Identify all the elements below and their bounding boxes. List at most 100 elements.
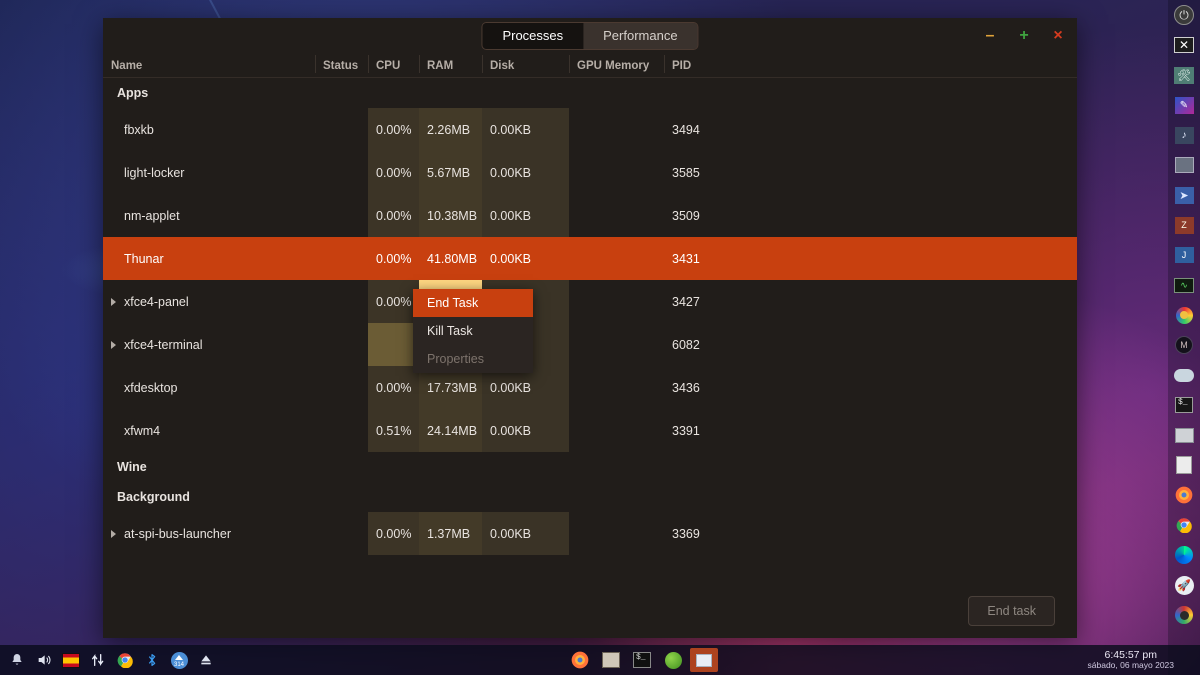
browser-icon[interactable]: [1173, 304, 1195, 326]
edge-icon[interactable]: [1173, 544, 1195, 566]
page-icon[interactable]: [1173, 454, 1195, 476]
file-manager-icon[interactable]: [690, 648, 718, 672]
taskbar: 314 $_ 6:45:57 pm sábado, 06 mayo 2023: [0, 645, 1200, 675]
xterm-icon[interactable]: ✕: [1173, 34, 1195, 56]
table-row[interactable]: light-locker 0.00% 5.67MB 0.00KB 3585: [103, 151, 1077, 194]
column-header-cpu[interactable]: CPU: [368, 54, 419, 73]
taskbar-app-list: $_: [566, 648, 718, 672]
chevron-right-icon[interactable]: [111, 340, 116, 349]
cell-cpu: 0.00%: [376, 122, 412, 137]
process-table: Apps fbxkb 0.00% 2.26MB 0.00KB 3494 light-lock…: [103, 78, 1077, 584]
cell-pid: 3509: [672, 208, 700, 223]
power-icon[interactable]: ⏻: [1173, 4, 1195, 26]
table-row[interactable]: Thunar 0.00% 41.80MB 0.00KB 3431: [103, 237, 1077, 280]
dark-app-icon[interactable]: M: [1173, 334, 1195, 356]
maximize-button[interactable]: +: [1017, 27, 1031, 44]
group-row[interactable]: Background: [103, 482, 1077, 512]
task-manager-window: Processes Performance – + × Name Status CP…: [103, 18, 1077, 638]
process-name-label: at-spi-bus-launcher: [124, 526, 231, 541]
badge-icon[interactable]: [1173, 604, 1195, 626]
firefox-icon[interactable]: [1173, 484, 1195, 506]
taskbar-clock[interactable]: 6:45:57 pm sábado, 06 mayo 2023: [1088, 650, 1174, 670]
table-header: Name Status CPU RAM Disk GPU Memory PID: [103, 54, 1077, 78]
terminal-icon[interactable]: $_: [628, 648, 656, 672]
media-icon[interactable]: ♪: [1173, 124, 1195, 146]
cloud-icon[interactable]: [1173, 364, 1195, 386]
table-row[interactable]: xfwm4 0.51% 24.14MB 0.00KB 3391: [103, 409, 1077, 452]
chevron-right-icon[interactable]: [111, 297, 116, 306]
group-label: Wine: [117, 460, 147, 474]
cell-disk: 0.00KB: [490, 208, 532, 223]
table-row[interactable]: xfce4-panel0.00%.13GB0.00KB3427: [103, 280, 1077, 323]
column-header-gpu-memory[interactable]: GPU Memory: [569, 54, 664, 73]
column-header-name[interactable]: Name: [103, 60, 315, 72]
process-name-label: xfdesktop: [124, 380, 178, 395]
cursor-icon[interactable]: ➤: [1173, 184, 1195, 206]
column-header-disk[interactable]: Disk: [482, 54, 569, 73]
eject-icon[interactable]: [197, 651, 215, 669]
menu-item-end-task[interactable]: End Task: [413, 289, 533, 317]
cell-pid: 3585: [672, 165, 700, 180]
paint-icon[interactable]: ✎: [1173, 94, 1195, 116]
group-label: Background: [117, 490, 190, 504]
tab-bar: Processes Performance: [481, 22, 699, 50]
console-icon[interactable]: $_: [1173, 394, 1195, 416]
window-controls: – + ×: [983, 18, 1065, 54]
archive-icon[interactable]: Z: [1173, 214, 1195, 236]
process-name-cell: xfdesktop: [103, 381, 315, 395]
image-viewer-icon[interactable]: [597, 648, 625, 672]
tab-processes[interactable]: Processes: [482, 23, 584, 49]
rocket-icon[interactable]: 🚀: [1173, 574, 1195, 596]
table-row[interactable]: xfce4-terminal7.14%32.90MB0.00KB6082: [103, 323, 1077, 366]
process-name-cell: nm-applet: [103, 209, 315, 223]
tools-icon[interactable]: 🛠: [1173, 64, 1195, 86]
chrome-icon[interactable]: [116, 651, 134, 669]
process-name-cell: fbxkb: [103, 123, 315, 137]
cell-cpu: 7.14%: [376, 337, 412, 352]
bluetooth-icon[interactable]: [143, 651, 161, 669]
volume-icon[interactable]: [35, 651, 53, 669]
table-row[interactable]: fbxkb 0.00% 2.26MB 0.00KB 3494: [103, 108, 1077, 151]
end-task-button[interactable]: End task: [968, 596, 1055, 626]
process-name-cell: light-locker: [103, 166, 315, 180]
photo-icon[interactable]: [1173, 154, 1195, 176]
firefox-icon[interactable]: [566, 648, 594, 672]
table-row[interactable]: at-spi-bus-launcher 0.00% 1.37MB 0.00KB 3369: [103, 512, 1077, 555]
maximize-icon: +: [1019, 27, 1029, 44]
close-button[interactable]: ×: [1051, 28, 1065, 44]
window-footer: End task: [103, 584, 1077, 638]
spain-flag-icon[interactable]: [62, 651, 80, 669]
green-app-icon[interactable]: [659, 648, 687, 672]
column-header-status[interactable]: Status: [315, 54, 368, 73]
process-name-label: fbxkb: [124, 122, 154, 137]
process-name-label: xfwm4: [124, 423, 161, 438]
cell-pid: 3391: [672, 423, 700, 438]
updates-icon[interactable]: 314: [170, 651, 188, 669]
menu-item-kill-task[interactable]: Kill Task: [413, 317, 533, 345]
process-name-label: nm-applet: [124, 208, 180, 223]
cell-pid: 3494: [672, 122, 700, 137]
group-row[interactable]: Wine: [103, 452, 1077, 482]
group-row[interactable]: Apps: [103, 78, 1077, 108]
table-row[interactable]: xfdesktop 0.00% 17.73MB 0.00KB 3436: [103, 366, 1077, 409]
column-header-ram[interactable]: RAM: [419, 54, 482, 73]
chevron-right-icon[interactable]: [111, 529, 116, 538]
minimize-button[interactable]: –: [983, 28, 997, 44]
menu-item-properties: Properties: [427, 352, 484, 366]
bell-icon[interactable]: [8, 651, 26, 669]
cell-pid: 3369: [672, 526, 700, 541]
cell-cpu: 0.00%: [376, 526, 412, 541]
chrome-icon[interactable]: [1173, 514, 1195, 536]
column-header-pid[interactable]: PID: [664, 54, 734, 73]
table-row[interactable]: nm-applet 0.00% 10.38MB 0.00KB 3509: [103, 194, 1077, 237]
right-dock: ⏻ ✕ 🛠 ✎ ♪ ➤ Z J ∿ M $_ 🚀: [1168, 0, 1200, 675]
cell-disk: 0.00KB: [490, 526, 532, 541]
cell-ram: 41.80MB: [427, 251, 478, 266]
folder-icon[interactable]: [1173, 424, 1195, 446]
tab-performance[interactable]: Performance: [583, 23, 698, 49]
monitor-icon[interactable]: ∿: [1173, 274, 1195, 296]
cell-pid: 3431: [672, 251, 700, 266]
network-updown-icon[interactable]: [89, 651, 107, 669]
document-icon[interactable]: J: [1173, 244, 1195, 266]
process-name-cell: Thunar: [103, 252, 315, 266]
